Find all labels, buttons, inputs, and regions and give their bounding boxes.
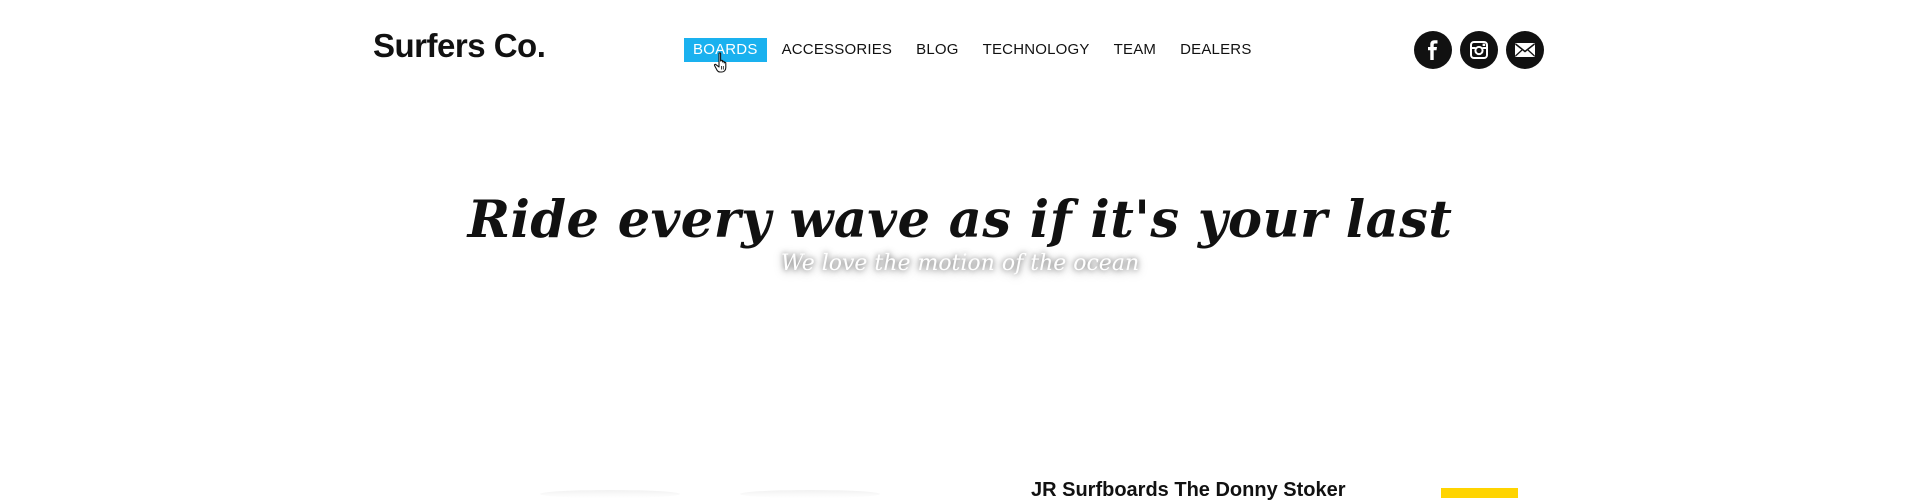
product-image-shadow: [540, 490, 680, 498]
nav-item-technology[interactable]: TECHNOLOGY: [974, 38, 1099, 62]
product-title[interactable]: JR Surfboards The Donny Stoker: [1031, 479, 1346, 502]
nav-item-team[interactable]: TEAM: [1105, 38, 1165, 62]
nav-item-dealers[interactable]: DEALERS: [1171, 38, 1260, 62]
nav-item-accessories[interactable]: ACCESSORIES: [773, 38, 902, 62]
product-badge: [1441, 488, 1518, 498]
main-nav: BOARDS ACCESSORIES BLOG TECHNOLOGY TEAM …: [684, 38, 1267, 62]
social-links: [1414, 31, 1552, 69]
instagram-icon[interactable]: [1460, 31, 1498, 69]
product-image-shadow: [740, 490, 880, 498]
mail-icon[interactable]: [1506, 31, 1544, 69]
facebook-icon[interactable]: [1414, 31, 1452, 69]
hero-title: Ride every wave as if it's your last: [467, 190, 1453, 250]
hand-pointer-icon: [713, 52, 727, 73]
nav-item-blog[interactable]: BLOG: [907, 38, 967, 62]
site-logo[interactable]: Surfers Co.: [373, 27, 546, 65]
hero-section: Ride every wave as if it's your last We …: [0, 190, 1920, 278]
hero-subtitle: We love the motion of the ocean: [780, 251, 1140, 276]
site-header: Surfers Co. BOARDS ACCESSORIES BLOG TECH…: [0, 0, 1920, 100]
